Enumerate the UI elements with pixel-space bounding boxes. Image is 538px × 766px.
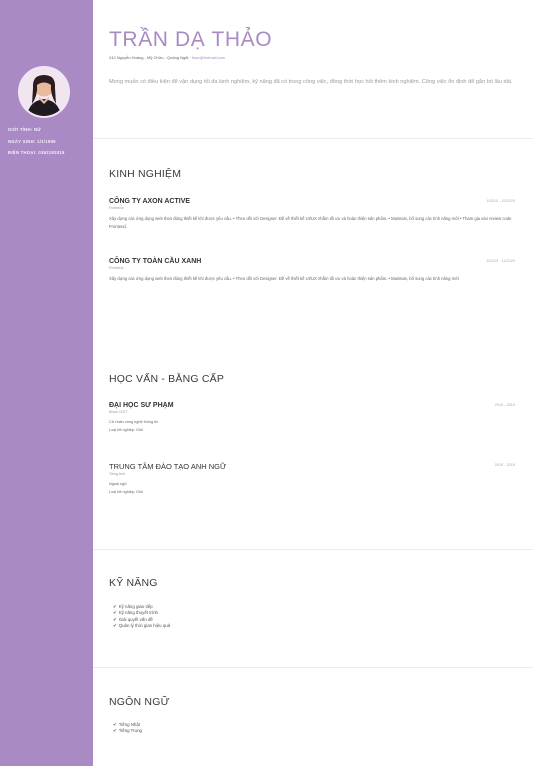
birthdate-line: NGÀY SINH: 1/1/1995 [8,138,56,144]
school-field: Tiếng Anh [109,472,126,476]
school-name: ĐẠI HỌC SƯ PHẠM [109,402,174,409]
checkmark-icon: ✔ [113,722,117,727]
degree-line: Cử nhân công nghệ thông tin [109,420,159,424]
contact-line: 242 Nguyễn Hoàng - Mỹ Chữu - Quảng Ngãi … [109,55,226,60]
education-entry: TRUNG TÂM ĐÀO TẠO ANH NGỮ Tiếng Anh 2015… [109,462,515,496]
study-date: 2014 - 2019 [494,403,515,407]
gender-line: GIỚI TÍNH: NỮ [8,127,42,132]
school-name: TRUNG TÂM ĐÀO TẠO ANH NGỮ [109,462,227,471]
checkmark-icon: ✔ [113,604,117,609]
languages-list: ✔ Tiếng Nhật ✔ Tiếng Trung [113,722,142,735]
checkmark-icon: ✔ [113,728,117,734]
company-name: CÔNG TY TOÀN CẦU XANH [109,258,202,265]
degree-line: Ngoại ngữ [109,482,127,486]
divider [93,138,533,139]
avatar-photo [20,68,68,116]
avatar [18,66,70,118]
career-objective: Mong muốn có điều kiện để vận dụng tối đ… [109,79,513,85]
skills-list: ✔ Kỹ năng giao tiếp ✔ Kỹ năng thuyết trình… [113,604,170,629]
study-date: 2015 - 2018 [494,463,515,467]
phone-line: ĐIỆN THOẠI: 0362162019 [8,150,65,155]
grade-line: Loại tốt nghiệp: Giỏi [109,427,143,432]
education-entry: ĐẠI HỌC SƯ PHẠM Khoa CNTT 2014 - 2019 Cử… [109,402,515,434]
grade-line: Loại tốt nghiệp: Giỏi [109,489,143,494]
main-content: TRẦN DẠ THẢO 242 Nguyễn Hoàng - Mỹ Chữu … [93,0,538,766]
school-field: Khoa CNTT [109,410,128,414]
job-description: Xây dựng các ứng dụng web theo đúng thiế… [109,276,459,281]
divider [93,549,533,550]
languages-title: NGÔN NGỮ [109,696,170,708]
education-title: HỌC VẤN - BẰNG CẤP [109,373,225,385]
job-role: Frontend [109,206,124,210]
sidebar: GIỚI TÍNH: NỮ NGÀY SINH: 1/1/1995 ĐIỆN T… [0,0,93,766]
experience-title: KINH NGHIỆM [109,168,182,180]
checkmark-icon: ✔ [113,616,117,622]
personal-info: GIỚI TÍNH: NỮ NGÀY SINH: 1/1/1995 ĐIỆN T… [8,127,92,162]
list-item: ✔ Quản lý thời gian hiệu quả [113,622,171,628]
experience-entry: CÔNG TY TOÀN CẦU XANH Frontend 6/2019 - … [109,258,515,283]
checkmark-icon: ✔ [113,622,117,628]
job-date: 1/2020 - 12/2020 [486,199,515,203]
job-date: 6/2019 - 11/2020 [486,259,515,263]
list-item: ✔ Tiếng Trung [113,728,142,734]
education-details: Cử nhân công nghệ thông tin Loại tốt ngh… [109,419,515,434]
education-details: Ngoại ngữ Loại tốt nghiệp: Giỏi [109,481,515,496]
company-name: CÔNG TY AXON ACTIVE [109,198,191,205]
experience-entry: CÔNG TY AXON ACTIVE Frontend 1/2020 - 12… [109,198,515,230]
job-role: Frontend [109,266,124,270]
job-description: Xây dựng các ứng dụng web theo đúng thiế… [109,216,512,229]
candidate-name: TRẦN DẠ THẢO [109,28,273,51]
skills-title: KỸ NĂNG [109,577,158,589]
address: 242 Nguyễn Hoàng - Mỹ Chữu - Quảng Ngãi [109,55,189,60]
checkmark-icon: ✔ [113,610,117,616]
email-link[interactable]: thao@hotmail.com [192,55,225,60]
divider [93,667,533,668]
